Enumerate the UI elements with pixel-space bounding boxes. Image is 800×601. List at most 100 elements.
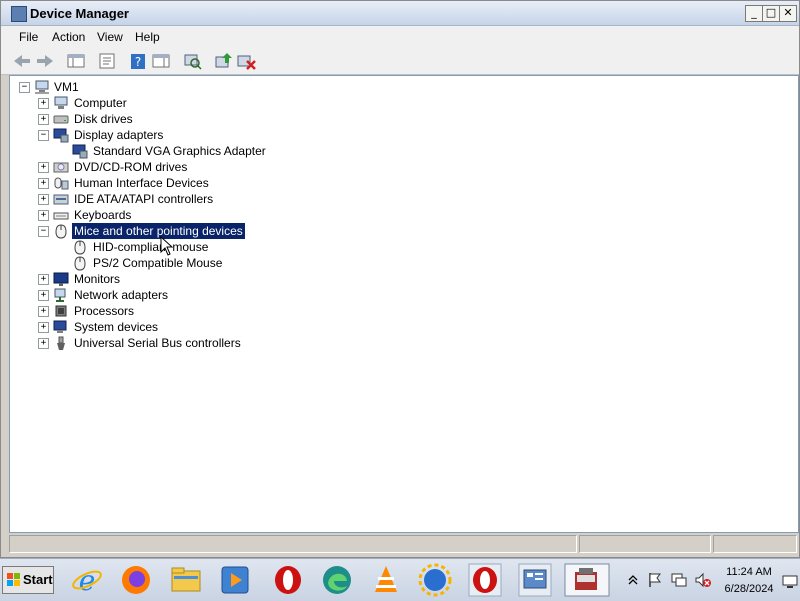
close-button[interactable]: ✕ [779, 5, 797, 22]
tree-node[interactable]: PS/2 Compatible Mouse [10, 255, 410, 271]
dvd-icon [53, 162, 69, 173]
tree-node[interactable]: − Mice and other pointing devices [10, 223, 410, 239]
device-manager-icon [11, 6, 27, 22]
tree-root[interactable]: − VM1 [10, 79, 310, 95]
update-driver-icon[interactable] [212, 51, 234, 71]
svg-text:?: ? [135, 55, 141, 69]
expand-node-icon[interactable]: + [38, 98, 49, 109]
tree-node-label: Monitors [74, 272, 121, 286]
windows-logo-icon [7, 573, 20, 586]
start-button[interactable]: Start [2, 566, 54, 594]
tree-node[interactable]: + Computer [10, 95, 410, 111]
computer-icon [54, 96, 68, 109]
tree-node-label: Network adapters [74, 288, 169, 302]
volume-muted-icon[interactable] [694, 571, 712, 589]
device-manager-taskbar-icon[interactable] [564, 563, 610, 597]
expand-node-icon[interactable]: + [38, 274, 49, 285]
tree-node-label: Human Interface Devices [74, 176, 209, 190]
svg-text:e: e [79, 564, 96, 597]
tree-node-label: Display adapters [74, 128, 164, 142]
collapse-node-icon[interactable]: − [38, 130, 49, 141]
action-pane-icon[interactable] [150, 51, 172, 71]
expand-node-icon[interactable]: + [38, 162, 49, 173]
action-center-flag-icon[interactable] [646, 571, 664, 589]
tree-node-label: Keyboards [74, 208, 132, 222]
tree-node[interactable]: HID-compliant mouse [10, 239, 410, 255]
properties-icon[interactable] [96, 51, 118, 71]
title-bar[interactable]: Device Manager _ □ ✕ [1, 1, 799, 26]
system-icon [53, 320, 67, 333]
show-hidden-icons-icon[interactable] [628, 573, 638, 587]
system-tray: 11:24 AM 6/28/2024 [624, 563, 800, 599]
tree-node[interactable]: + Network adapters [10, 287, 410, 303]
help-icon[interactable]: ? [127, 51, 149, 71]
menu-action[interactable]: Action [52, 30, 85, 44]
ie-icon[interactable]: e [70, 563, 104, 597]
device-tree[interactable]: − VM1 + Computer + Disk drives − Display adap… [9, 75, 799, 533]
processor-icon [55, 305, 67, 317]
file-explorer-icon[interactable] [169, 563, 203, 597]
tree-node[interactable]: + Monitors [10, 271, 410, 287]
maximize-button[interactable]: □ [762, 5, 780, 22]
server-manager-icon[interactable] [518, 563, 552, 597]
ide-icon [53, 194, 69, 205]
expand-node-icon[interactable]: + [38, 194, 49, 205]
menu-view[interactable]: View [97, 30, 123, 44]
show-desktop-icon[interactable] [782, 575, 798, 589]
collapse-node-icon[interactable]: − [38, 226, 49, 237]
menu-help[interactable]: Help [135, 30, 160, 44]
toolbar: ? [1, 48, 799, 75]
firefox-icon[interactable] [119, 563, 153, 597]
tree-node[interactable]: + Processors [10, 303, 410, 319]
expand-node-icon[interactable]: + [38, 338, 49, 349]
tree-node[interactable]: Standard VGA Graphics Adapter [10, 143, 410, 159]
scan-hardware-icon[interactable] [181, 51, 203, 71]
tree-node[interactable]: − Display adapters [10, 127, 410, 143]
taskbar: Start e 11:24 AM 6/28/2024 [0, 558, 800, 601]
mouse-icon [74, 240, 86, 255]
clock-time[interactable]: 11:24 AM [719, 566, 779, 578]
opera-icon-2[interactable] [468, 563, 502, 597]
minimize-button[interactable]: _ [745, 5, 763, 22]
media-player-icon[interactable] [218, 563, 252, 597]
collapse-root[interactable]: − [19, 82, 30, 93]
tree-node[interactable]: + Disk drives [10, 111, 410, 127]
tree-node-label: Universal Serial Bus controllers [74, 336, 241, 350]
expand-node-icon[interactable]: + [38, 114, 49, 125]
edge-icon[interactable] [320, 563, 354, 597]
expand-node-icon[interactable]: + [38, 306, 49, 317]
status-panel-main [9, 535, 577, 553]
globe-icon[interactable] [418, 563, 452, 597]
tree-node-label: PS/2 Compatible Mouse [93, 256, 223, 270]
tree-node[interactable]: + Universal Serial Bus controllers [10, 335, 410, 351]
network-icon [54, 288, 66, 302]
vlc-icon[interactable] [369, 563, 403, 597]
tree-node[interactable]: + DVD/CD-ROM drives [10, 159, 410, 175]
opera-icon[interactable] [271, 563, 305, 597]
monitor-icon [53, 272, 69, 286]
menu-bar: File Action View Help [1, 26, 799, 48]
mouse-icon [74, 256, 86, 271]
hid-icon [54, 177, 69, 190]
forward-icon[interactable] [34, 51, 56, 71]
expand-node-icon[interactable]: + [38, 290, 49, 301]
expand-node-icon[interactable]: + [38, 210, 49, 221]
tree-node[interactable]: + Human Interface Devices [10, 175, 410, 191]
uninstall-icon[interactable] [235, 51, 257, 71]
tree-node[interactable]: + IDE ATA/ATAPI controllers [10, 191, 410, 207]
tree-node-label: Standard VGA Graphics Adapter [93, 144, 266, 158]
tree-node[interactable]: + System devices [10, 319, 410, 335]
display-icon [53, 128, 69, 143]
menu-file[interactable]: File [19, 30, 38, 44]
back-icon[interactable] [11, 51, 33, 71]
console-tree-icon[interactable] [65, 51, 87, 71]
keyboard-icon [53, 212, 69, 220]
expand-node-icon[interactable]: + [38, 178, 49, 189]
expand-node-icon[interactable]: + [38, 322, 49, 333]
status-panel-3 [713, 535, 797, 553]
clock-date[interactable]: 6/28/2024 [719, 583, 779, 595]
tree-node-label: Mice and other pointing devices [72, 223, 245, 239]
network-icon[interactable] [670, 571, 688, 589]
tree-node[interactable]: + Keyboards [10, 207, 410, 223]
status-bar [9, 535, 797, 553]
